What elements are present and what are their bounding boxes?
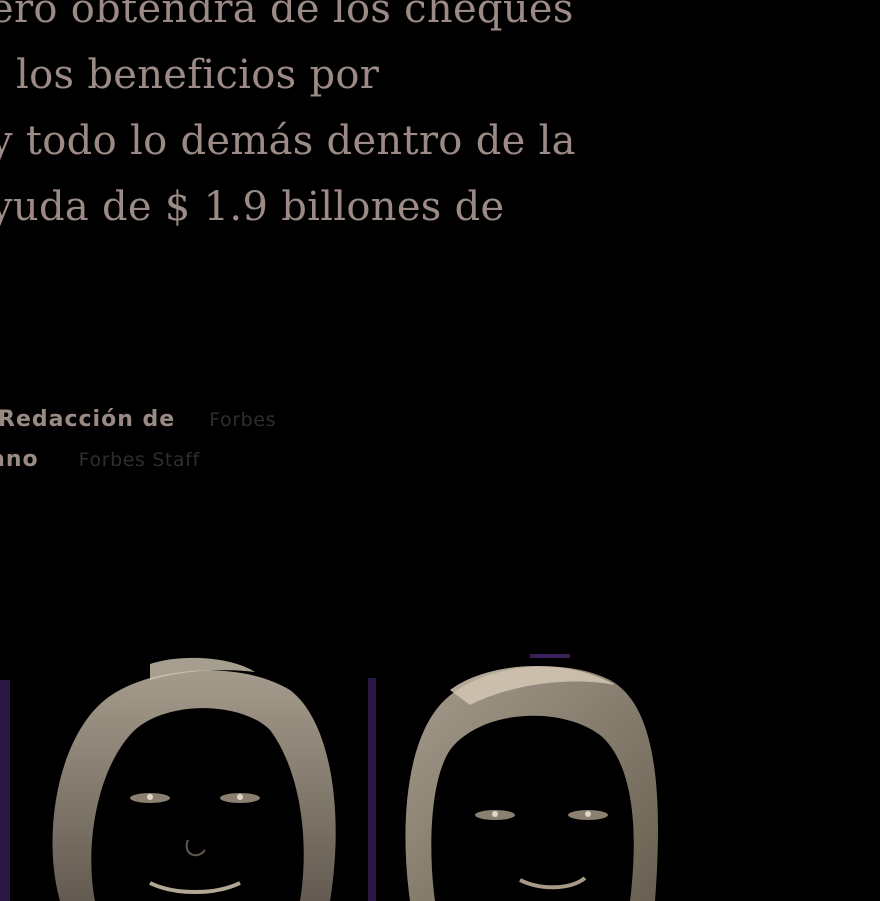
accent-bar <box>530 654 570 658</box>
accent-bar <box>0 680 10 901</box>
author-name-link[interactable]: ano <box>0 447 39 472</box>
article-page: ero obtendrá de los cheques , los benefi… <box>0 0 880 901</box>
accent-bar <box>368 678 376 901</box>
headline-line: yuda de $ 1.9 billones de <box>0 184 505 230</box>
headline-line: , los beneficios por <box>0 52 380 98</box>
article-headline: ero obtendrá de los cheques , los benefi… <box>0 0 690 240</box>
portrait-man <box>405 666 658 901</box>
byline-row: ano Forbes Staff <box>0 440 276 480</box>
author-role: Forbes <box>209 409 277 431</box>
portrait-woman <box>52 657 336 901</box>
author-name-link[interactable]: Redacción de <box>0 407 175 432</box>
headline-line: y todo lo demás dentro de la <box>0 118 576 164</box>
article-byline: Redacción de Forbes ano Forbes Staff <box>0 400 276 480</box>
headline-line: ero obtendrá de los cheques <box>0 0 574 32</box>
byline-row: Redacción de Forbes <box>0 400 276 440</box>
hero-image <box>0 654 658 901</box>
author-role: Forbes Staff <box>78 449 200 471</box>
